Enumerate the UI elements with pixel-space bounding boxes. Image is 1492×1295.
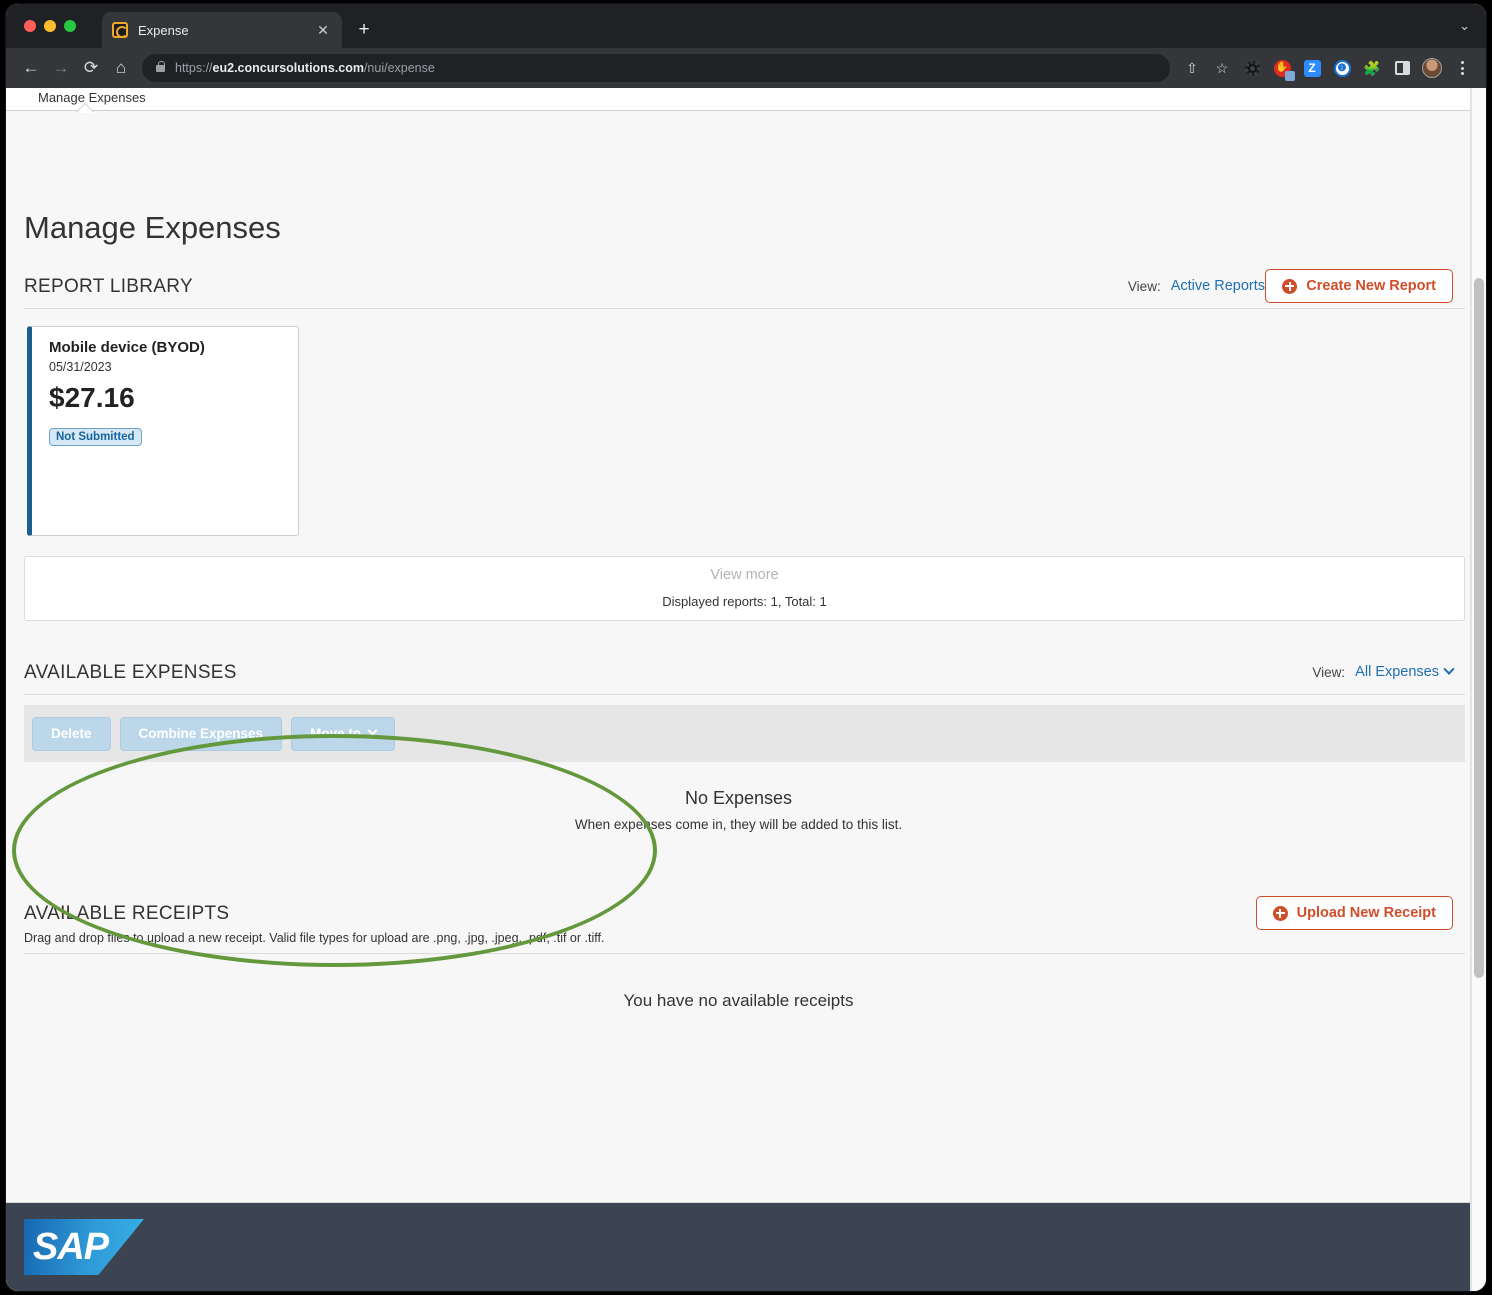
- report-library-view-value: Active Reports: [1170, 278, 1265, 294]
- plus-circle-icon: [1282, 278, 1298, 294]
- url-scheme: https://: [175, 61, 213, 75]
- zoom-extension-icon[interactable]: Z: [1298, 54, 1326, 82]
- no-expenses-title: No Expenses: [684, 788, 793, 808]
- available-expenses-view-control: View: All Expenses: [1312, 663, 1455, 680]
- no-receipts-message: You have no available receipts: [623, 991, 854, 1010]
- view-more-button[interactable]: View more: [25, 567, 1464, 583]
- screenshot-root: Expense ✕ + ⌄ ← → ⟳ ⌂ https://eu2.concur…: [0, 0, 1492, 1295]
- scrollbar-thumb[interactable]: [1474, 278, 1484, 978]
- plus-circle-icon: [1272, 905, 1288, 921]
- kebab-menu-icon[interactable]: [1448, 54, 1476, 82]
- lock-icon: [156, 60, 165, 72]
- page-viewport: Manage Expenses Manage Expenses REPORT L…: [6, 88, 1486, 1291]
- report-card[interactable]: Mobile device (BYOD) 05/31/2023 $27.16 N…: [27, 326, 299, 536]
- extensions-puzzle-icon[interactable]: 🧩: [1358, 54, 1386, 82]
- status-badge: Not Submitted: [49, 428, 142, 446]
- close-tab-icon[interactable]: ✕: [314, 23, 332, 37]
- combine-expenses-button[interactable]: Combine Expenses: [119, 716, 283, 751]
- report-card-title: Mobile device (BYOD): [49, 339, 205, 356]
- upload-new-receipt-button[interactable]: Upload New Receipt: [1255, 896, 1453, 930]
- displayed-reports-summary: Displayed reports: 1, Total: 1: [662, 594, 827, 609]
- available-receipts-heading: AVAILABLE RECEIPTS: [24, 903, 230, 924]
- report-library-heading: REPORT LIBRARY: [24, 276, 193, 297]
- gear-icon[interactable]: [1238, 54, 1266, 82]
- reload-button[interactable]: ⟳: [76, 53, 106, 83]
- url-text: https://eu2.concursolutions.com/nui/expe…: [175, 61, 435, 75]
- create-new-report-button[interactable]: Create New Report: [1265, 269, 1453, 303]
- view-more-panel: View more Displayed reports: 1, Total: 1: [24, 556, 1465, 621]
- available-receipts-divider: [24, 953, 1465, 954]
- maximize-window-button[interactable]: [64, 20, 76, 32]
- breadcrumb[interactable]: Manage Expenses: [38, 90, 146, 105]
- page-scrollbar[interactable]: [1471, 88, 1486, 1291]
- chevron-down-icon: [1443, 663, 1455, 675]
- concur-favicon-icon: [112, 22, 128, 38]
- report-library-view-label: View:: [1127, 278, 1161, 294]
- delete-button[interactable]: Delete: [32, 716, 111, 751]
- move-to-button[interactable]: Move to: [291, 716, 396, 751]
- tab-title: Expense: [138, 22, 189, 38]
- minimize-window-button[interactable]: [44, 20, 56, 32]
- back-button[interactable]: ←: [16, 53, 46, 83]
- available-expenses-view-select[interactable]: All Expenses: [1355, 663, 1455, 680]
- available-expenses-view-value: All Expenses: [1355, 664, 1439, 680]
- close-window-button[interactable]: [24, 20, 36, 32]
- expenses-action-toolbar: Delete Combine Expenses Move to: [24, 705, 1465, 762]
- browser-toolbar: ← → ⟳ ⌂ https://eu2.concursolutions.com/…: [6, 48, 1486, 88]
- report-library-divider: [24, 308, 1465, 309]
- no-expenses-subtitle: When expenses come in, they will be adde…: [574, 817, 903, 832]
- home-button[interactable]: ⌂: [106, 53, 136, 83]
- share-icon[interactable]: ⇧: [1178, 54, 1206, 82]
- upload-new-receipt-label: Upload New Receipt: [1296, 905, 1436, 921]
- available-expenses-heading: AVAILABLE EXPENSES: [24, 662, 237, 683]
- report-card-date: 05/31/2023: [49, 360, 112, 374]
- browser-tab-expense[interactable]: Expense ✕: [102, 12, 342, 48]
- create-new-report-label: Create New Report: [1306, 278, 1436, 294]
- report-library-view-select[interactable]: Active Reports: [1170, 277, 1281, 294]
- breadcrumb-bar: Manage Expenses: [6, 88, 1471, 113]
- forward-button[interactable]: →: [46, 53, 76, 83]
- sidebar-toggle-icon[interactable]: [1388, 54, 1416, 82]
- sap-logo-text: SAP: [33, 1225, 109, 1268]
- receipts-description: Drag and drop files to upload a new rece…: [24, 931, 605, 945]
- new-tab-button[interactable]: +: [354, 20, 374, 39]
- chevron-down-icon: [367, 725, 378, 736]
- move-to-label: Move to: [310, 726, 362, 741]
- url-path: /nui/expense: [363, 61, 435, 75]
- toolbar-icons: ⇧ ☆ ✋ Z ❶ 🧩: [1178, 54, 1476, 82]
- available-expenses-view-label: View:: [1312, 664, 1346, 680]
- avatar[interactable]: [1418, 54, 1446, 82]
- tab-search-icon[interactable]: ⌄: [1459, 18, 1470, 34]
- window-controls[interactable]: [24, 20, 76, 32]
- available-expenses-divider: [24, 694, 1465, 695]
- browser-window: Expense ✕ + ⌄ ← → ⟳ ⌂ https://eu2.concur…: [6, 4, 1486, 1291]
- page-footer: [6, 1203, 1471, 1291]
- browser-tabstrip: Expense ✕ + ⌄: [6, 4, 1486, 48]
- address-bar[interactable]: https://eu2.concursolutions.com/nui/expe…: [142, 54, 1170, 82]
- adblock-icon[interactable]: ✋: [1268, 54, 1296, 82]
- bookmark-star-icon[interactable]: ☆: [1208, 54, 1236, 82]
- report-card-amount: $27.16: [49, 382, 135, 413]
- page-title: Manage Expenses: [24, 210, 281, 245]
- page-content: Manage Expenses Manage Expenses REPORT L…: [6, 88, 1471, 1291]
- breadcrumb-pointer-icon: [76, 104, 94, 113]
- url-domain: eu2.concursolutions.com: [212, 61, 364, 75]
- onepassword-icon[interactable]: ❶: [1328, 54, 1356, 82]
- report-library-view-control: View: Active Reports: [1127, 277, 1281, 294]
